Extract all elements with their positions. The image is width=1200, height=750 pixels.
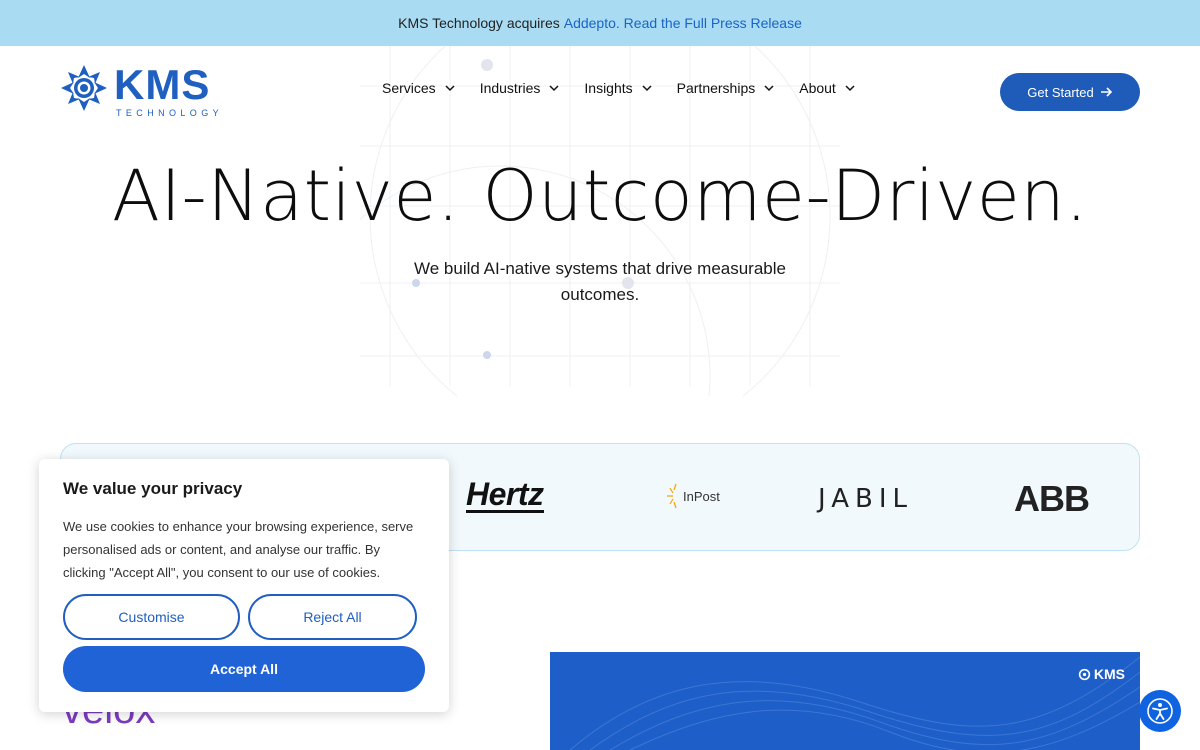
get-started-label: Get Started [1027,84,1094,100]
feature-logo-word: KMS [1093,666,1125,682]
cookie-description: We use cookies to enhance your browsing … [63,519,414,580]
accept-all-button[interactable]: Accept All [63,646,425,692]
chevron-down-icon [445,85,455,92]
chevron-down-icon [764,85,774,92]
nav-item-industries[interactable]: Industries [480,80,561,96]
arrow-right-icon [1100,87,1112,97]
customise-button[interactable]: Customise [63,594,240,640]
kms-logo[interactable]: KMS TECHNOLOGY [60,64,225,122]
accessibility-icon [1147,698,1173,724]
nav-item-label: About [799,80,836,96]
banner-text: KMS Technology acquires [398,15,560,31]
logo-wordmark: KMS [114,61,211,108]
banner-press-release-link[interactable]: Addepto. Read the Full Press Release [564,15,802,31]
chevron-down-icon [549,85,559,92]
chevron-down-icon [642,85,652,92]
inpost-wordmark: InPost [683,488,720,504]
nav-item-insights[interactable]: Insights [584,80,652,96]
kms-emblem-icon [61,65,107,111]
abb-logo: ABB [1014,478,1090,519]
accessibility-button[interactable] [1139,690,1181,732]
nav-item-label: Insights [584,80,633,96]
site-header: KMS TECHNOLOGY Services Industries Insig… [0,46,1200,138]
chevron-down-icon [845,85,855,92]
jabil-logo: JABIL [818,484,913,514]
inpost-emblem-icon [667,483,677,509]
cookie-title: We value your privacy [63,479,243,498]
nav-item-about[interactable]: About [799,80,856,96]
nav-item-label: Services [382,80,436,96]
reject-all-button[interactable]: Reject All [248,594,417,640]
logo-subtitle: TECHNOLOGY [116,108,224,118]
hero-title: AI-Native. Outcome-Driven. [112,155,1088,237]
announcement-banner: KMS Technology acquires Addepto. Read th… [0,0,1200,46]
cookie-consent-dialog: We value your privacy We use cookies to … [39,459,449,712]
nav-item-label: Industries [479,80,541,96]
hertz-logo: Hertz [466,476,544,513]
inpost-logo: InPost [666,482,720,510]
feature-kms-logo: KMS [1078,666,1125,682]
nav-item-label: Partnerships [676,80,756,96]
hero-subtitle: We build AI-native systems that drive me… [414,259,786,304]
nav-item-partnerships[interactable]: Partnerships [677,80,776,96]
feature-panel: KMS [550,652,1140,750]
get-started-button[interactable]: Get Started [1000,73,1140,111]
nav-item-services[interactable]: Services [382,80,456,96]
kms-emblem-icon [1078,668,1091,680]
feature-wave-graphic [569,656,1140,750]
main-nav: Services Industries Insights Partnership… [382,80,856,96]
